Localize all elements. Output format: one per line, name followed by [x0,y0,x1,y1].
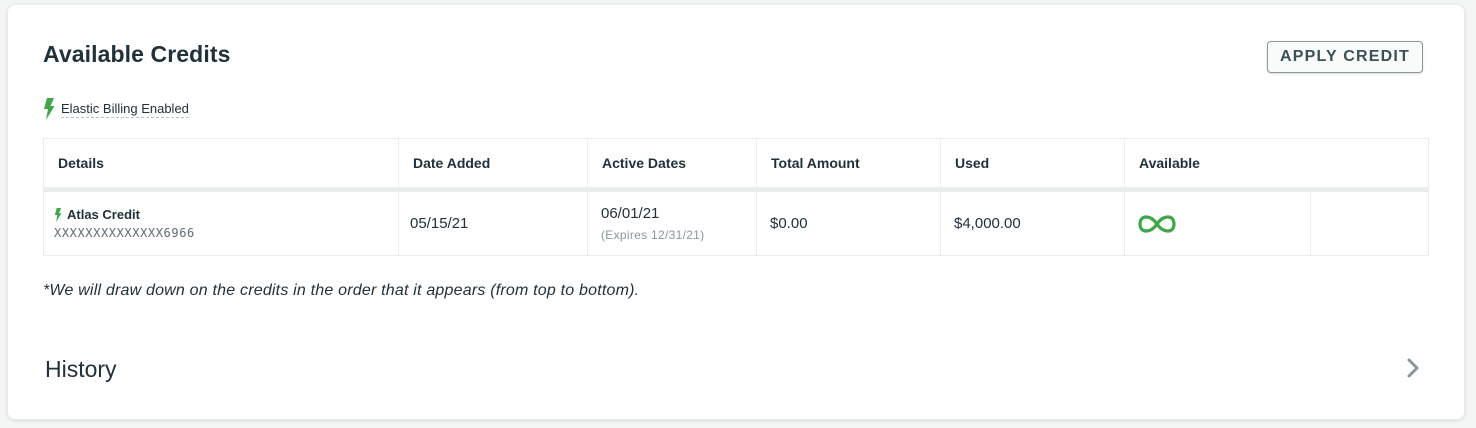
column-header-available[interactable]: Available [1125,139,1428,187]
cell-used: $4,000.00 [941,192,1125,255]
credits-table: Details Date Added Active Dates Total Am… [43,138,1429,256]
table-header: Details Date Added Active Dates Total Am… [44,139,1428,192]
apply-credit-button[interactable]: APPLY CREDIT [1267,41,1423,73]
credit-name: Atlas Credit [67,207,140,222]
cell-details: Atlas Credit XXXXXXXXXXXXXX6966 [44,192,399,255]
credits-order-note: *We will draw down on the credits in the… [43,282,640,299]
cell-available [1125,192,1311,255]
column-header-total-amount[interactable]: Total Amount [757,139,941,187]
column-header-date-added[interactable]: Date Added [399,139,588,187]
column-header-active-dates[interactable]: Active Dates [588,139,757,187]
date-added-value: 05/15/21 [410,215,469,232]
elastic-billing-status: Elastic Billing Enabled [43,98,189,120]
chevron-right-icon[interactable] [1405,357,1421,379]
infinity-icon [1138,214,1310,234]
lightning-bolt-icon [43,98,55,120]
history-section-title[interactable]: History [45,356,117,383]
active-start-date: 06/01/21 [601,205,660,222]
cell-active-dates: 06/01/21 (Expires 12/31/21) [588,192,757,255]
lightning-bolt-icon [54,207,62,222]
used-value: $4,000.00 [954,215,1021,232]
cell-actions [1311,192,1428,255]
cell-date-added: 05/15/21 [399,192,588,255]
page-title: Available Credits [43,41,231,67]
cell-total-amount: $0.00 [757,192,941,255]
elastic-billing-link[interactable]: Elastic Billing Enabled [61,101,189,118]
credit-id: XXXXXXXXXXXXXX6966 [54,226,195,240]
column-header-details[interactable]: Details [44,139,399,187]
total-amount-value: $0.00 [770,215,808,232]
expiry-date: (Expires 12/31/21) [601,228,705,242]
column-header-used[interactable]: Used [941,139,1125,187]
table-row: Atlas Credit XXXXXXXXXXXXXX6966 05/15/21… [44,192,1428,255]
available-credits-card: Available Credits APPLY CREDIT Elastic B… [7,4,1465,420]
